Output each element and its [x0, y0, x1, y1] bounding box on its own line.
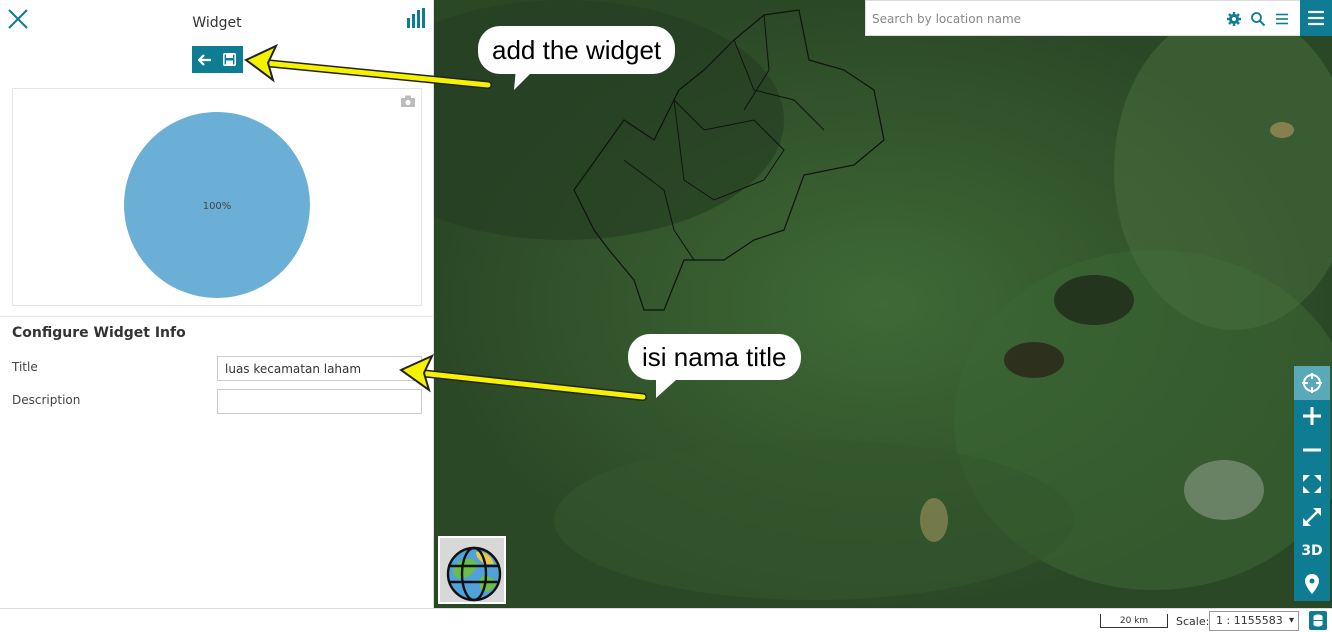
minus-icon	[1303, 448, 1321, 452]
locate-button[interactable]	[1294, 366, 1330, 400]
scale-bar: 20 km	[1100, 614, 1168, 628]
scale-value: 1 : 1155583	[1216, 614, 1283, 627]
annotation-bubble-add-widget: add the widget	[478, 26, 676, 74]
basemap-toggle[interactable]	[438, 536, 506, 604]
map-marker-icon	[1305, 574, 1319, 595]
scale-label: Scale:	[1176, 615, 1210, 628]
place-button[interactable]	[1294, 567, 1330, 602]
save-button[interactable]	[217, 46, 242, 73]
gear-icon[interactable]	[1226, 11, 1242, 27]
description-input[interactable]	[217, 389, 422, 414]
zoom-out-button[interactable]	[1294, 433, 1330, 467]
zoom-in-button[interactable]	[1294, 399, 1330, 434]
main-menu-button[interactable]	[1300, 0, 1332, 36]
widget-panel: Widget 100% Configure Widget Info Title …	[0, 0, 434, 608]
map-toolbar: 3D	[1294, 366, 1330, 602]
widget-action-buttons	[192, 46, 243, 73]
annotation-bubble-title: isi nama title	[628, 334, 801, 380]
title-input[interactable]	[217, 356, 422, 381]
bar-chart-icon[interactable]	[406, 8, 428, 28]
config-section-title: Configure Widget Info	[12, 325, 186, 341]
camera-icon[interactable]	[401, 95, 415, 107]
chevron-down-icon: ▾	[1288, 615, 1294, 626]
pie-chart: 100%	[124, 112, 310, 298]
globe-icon	[440, 538, 504, 602]
map-view[interactable]: 3D	[434, 0, 1332, 608]
status-bar: 20 km Scale: 1 : 1155583 ▾	[0, 608, 1332, 632]
plus-icon	[1303, 407, 1321, 426]
coordinates-button[interactable]	[1309, 611, 1327, 630]
pie-slice-label: 100%	[203, 201, 232, 212]
divider	[0, 316, 434, 317]
arrow-left-icon	[197, 53, 211, 66]
hamburger-icon	[1308, 10, 1324, 26]
scale-select[interactable]: 1 : 1155583 ▾	[1209, 611, 1299, 631]
diagonal-expand-icon	[1303, 508, 1321, 527]
panel-title: Widget	[192, 15, 242, 31]
search-icon[interactable]	[1250, 11, 1266, 27]
app-root: Widget 100% Configure Widget Info Title …	[0, 0, 1332, 632]
satellite-imagery	[434, 0, 1332, 608]
full-extent-button[interactable]	[1294, 466, 1330, 501]
search-input[interactable]	[872, 7, 1212, 31]
save-icon	[223, 53, 236, 66]
back-button[interactable]	[192, 46, 217, 73]
crosshair-icon	[1302, 372, 1322, 393]
chart-preview: 100%	[12, 88, 422, 306]
database-icon	[1313, 614, 1323, 627]
search-bar	[865, 0, 1302, 36]
title-label: Title	[12, 360, 38, 374]
expand-arrows-icon	[1303, 474, 1321, 493]
fullscreen-button[interactable]	[1294, 500, 1330, 534]
description-label: Description	[12, 393, 81, 407]
3d-button[interactable]: 3D	[1294, 533, 1330, 568]
list-icon[interactable]	[1274, 11, 1290, 27]
